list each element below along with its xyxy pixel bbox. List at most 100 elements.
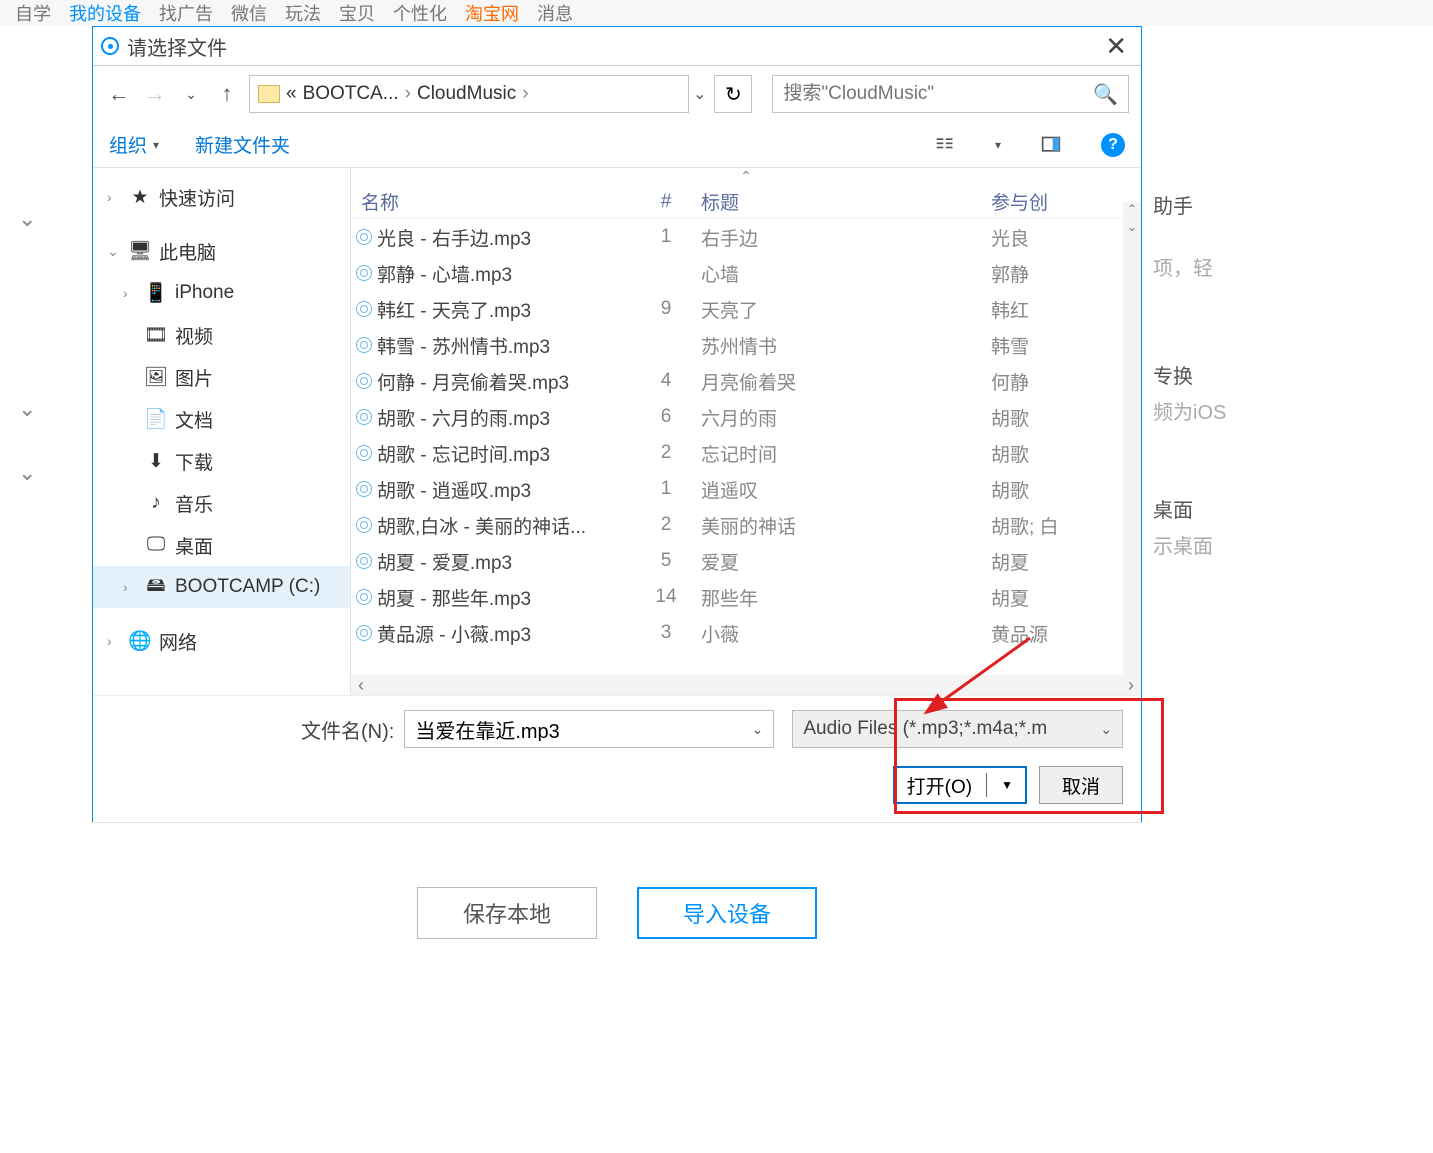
file-list: 光良 - 右手边.mp3 1 右手边 光良 郭静 - 心墙.mp3 心墙 郭静 …: [351, 219, 1141, 675]
file-row[interactable]: 胡歌 - 忘记时间.mp3 2 忘记时间 胡歌: [351, 435, 1141, 471]
tree-label: 音乐: [175, 490, 213, 517]
tree-label: 桌面: [175, 532, 213, 559]
import-device-button[interactable]: 导入设备: [637, 887, 817, 939]
new-folder-button[interactable]: 新建文件夹: [195, 131, 290, 158]
file-row[interactable]: 胡歌 - 逍遥叹.mp3 1 逍遥叹 胡歌: [351, 471, 1141, 507]
expand-icon[interactable]: ›: [123, 579, 137, 595]
scroll-up-icon[interactable]: ⌃: [351, 168, 1141, 185]
tree-item-phone[interactable]: › 📱 iPhone: [93, 272, 350, 314]
file-title: 心墙: [701, 260, 991, 287]
tree-item-music[interactable]: ♪ 音乐: [93, 482, 350, 524]
preview-pane-icon[interactable]: [1037, 131, 1065, 159]
view-icon[interactable]: [931, 131, 959, 159]
expand-icon[interactable]: ›: [107, 189, 121, 205]
refresh-icon[interactable]: ↻: [714, 75, 752, 113]
col-artist[interactable]: 参与创: [991, 188, 1141, 215]
help-icon[interactable]: ?: [1101, 133, 1125, 157]
file-dialog: 请选择文件 ✕ ← → ⌄ ↑ « BOOTCA... › CloudMusic…: [92, 26, 1142, 823]
audio-file-icon: [351, 445, 377, 461]
file-artist: 胡夏: [991, 548, 1141, 575]
phone-icon: 📱: [145, 281, 167, 305]
image-icon: 🖼: [145, 365, 167, 389]
back-icon[interactable]: ←: [105, 80, 133, 108]
tree-item-video[interactable]: 🎞 视频: [93, 314, 350, 356]
up-icon[interactable]: ↑: [213, 80, 241, 108]
breadcrumb-seg[interactable]: CloudMusic: [417, 83, 516, 105]
tree-label: 视频: [175, 322, 213, 349]
file-artist: 胡歌: [991, 440, 1141, 467]
file-name: 何静 - 月亮偷着哭.mp3: [377, 368, 631, 395]
file-row[interactable]: 胡夏 - 爱夏.mp3 5 爱夏 胡夏: [351, 543, 1141, 579]
tree-item-disk[interactable]: › 🖴 BOOTCAMP (C:): [93, 566, 350, 608]
file-row[interactable]: 韩红 - 天亮了.mp3 9 天亮了 韩红: [351, 291, 1141, 327]
tree-item-net[interactable]: › 🌐 网络: [93, 620, 350, 662]
file-row[interactable]: 胡歌,白冰 - 美丽的神话... 2 美丽的神话 胡歌; 白: [351, 507, 1141, 543]
audio-file-icon: [351, 409, 377, 425]
filename-chevron-icon[interactable]: ⌄: [752, 721, 764, 738]
tree-item-image[interactable]: 🖼 图片: [93, 356, 350, 398]
filename-input-wrap[interactable]: ⌄: [404, 710, 774, 748]
col-title[interactable]: 标题: [701, 188, 991, 215]
file-artist: 韩红: [991, 296, 1141, 323]
tree-item-star[interactable]: › ★ 快速访问: [93, 176, 350, 218]
file-track-num: 9: [631, 298, 701, 320]
expand-icon[interactable]: ›: [107, 633, 121, 649]
file-row[interactable]: 何静 - 月亮偷着哭.mp3 4 月亮偷着哭 何静: [351, 363, 1141, 399]
file-track-num: 5: [631, 550, 701, 572]
file-title: 天亮了: [701, 296, 991, 323]
expand-icon[interactable]: ⌄: [107, 243, 121, 260]
expand-icon[interactable]: ›: [123, 285, 137, 301]
file-track-num: 14: [631, 586, 701, 608]
audio-file-icon: [351, 589, 377, 605]
audio-file-icon: [351, 373, 377, 389]
view-chevron-icon[interactable]: ▾: [995, 138, 1001, 152]
breadcrumb-seg[interactable]: BOOTCA...: [303, 83, 399, 105]
tree-label: 图片: [175, 364, 213, 391]
audio-file-icon: [351, 337, 377, 353]
search-input[interactable]: [783, 83, 1093, 105]
tree-item-download[interactable]: ⬇ 下载: [93, 440, 350, 482]
v-scrollbar[interactable]: ⌃⌄: [1123, 202, 1141, 675]
file-row[interactable]: 光良 - 右手边.mp3 1 右手边 光良: [351, 219, 1141, 255]
file-row[interactable]: 郭静 - 心墙.mp3 心墙 郭静: [351, 255, 1141, 291]
file-artist: 胡歌: [991, 404, 1141, 431]
open-button[interactable]: 打开(O)▼: [893, 766, 1027, 804]
tree-label: 此电脑: [159, 238, 216, 265]
cancel-button[interactable]: 取消: [1039, 766, 1123, 804]
close-icon[interactable]: ✕: [1099, 31, 1133, 62]
file-row[interactable]: 胡歌 - 六月的雨.mp3 6 六月的雨 胡歌: [351, 399, 1141, 435]
download-icon: ⬇: [145, 450, 167, 473]
file-name: 韩雪 - 苏州情书.mp3: [377, 332, 631, 359]
file-artist: 胡夏: [991, 584, 1141, 611]
file-artist: 胡歌; 白: [991, 512, 1141, 539]
audio-file-icon: [351, 517, 377, 533]
file-row[interactable]: 黄品源 - 小薇.mp3 3 小薇 黄品源: [351, 615, 1141, 651]
file-title: 美丽的神话: [701, 512, 991, 539]
dialog-footer: 文件名(N): ⌄ Audio Files (*.mp3;*.m4a;*.m ⌄…: [93, 695, 1141, 822]
tree-item-doc[interactable]: 📄 文档: [93, 398, 350, 440]
filter-chevron-icon[interactable]: ⌄: [1100, 721, 1112, 738]
filetype-filter[interactable]: Audio Files (*.mp3;*.m4a;*.m ⌄: [792, 710, 1123, 748]
audio-file-icon: [351, 265, 377, 281]
file-artist: 郭静: [991, 260, 1141, 287]
breadcrumb-dropdown-icon[interactable]: ⌄: [693, 84, 706, 104]
organize-button[interactable]: 组织▾: [109, 131, 159, 158]
search-icon[interactable]: 🔍: [1093, 82, 1118, 107]
tree-item-pc[interactable]: ⌄ 🖥 此电脑: [93, 230, 350, 272]
app-bottom-bar: 保存本地 导入设备: [92, 822, 1142, 1002]
breadcrumb[interactable]: « BOOTCA... › CloudMusic ›: [249, 75, 689, 113]
h-scrollbar[interactable]: ‹›: [351, 675, 1141, 695]
search-box[interactable]: 🔍: [772, 75, 1129, 113]
file-row[interactable]: 胡夏 - 那些年.mp3 14 那些年 胡夏: [351, 579, 1141, 615]
file-title: 右手边: [701, 224, 991, 251]
col-name[interactable]: 名称: [351, 188, 631, 215]
tree-item-desktop[interactable]: 🖵 桌面: [93, 524, 350, 566]
history-chevron-icon[interactable]: ⌄: [177, 80, 205, 108]
save-local-button[interactable]: 保存本地: [417, 887, 597, 939]
file-row[interactable]: 韩雪 - 苏州情书.mp3 苏州情书 韩雪: [351, 327, 1141, 363]
forward-icon[interactable]: →: [141, 80, 169, 108]
file-name: 胡歌 - 忘记时间.mp3: [377, 440, 631, 467]
filename-input[interactable]: [415, 718, 751, 741]
col-num[interactable]: #: [631, 191, 701, 213]
file-name: 胡歌,白冰 - 美丽的神话...: [377, 512, 631, 539]
